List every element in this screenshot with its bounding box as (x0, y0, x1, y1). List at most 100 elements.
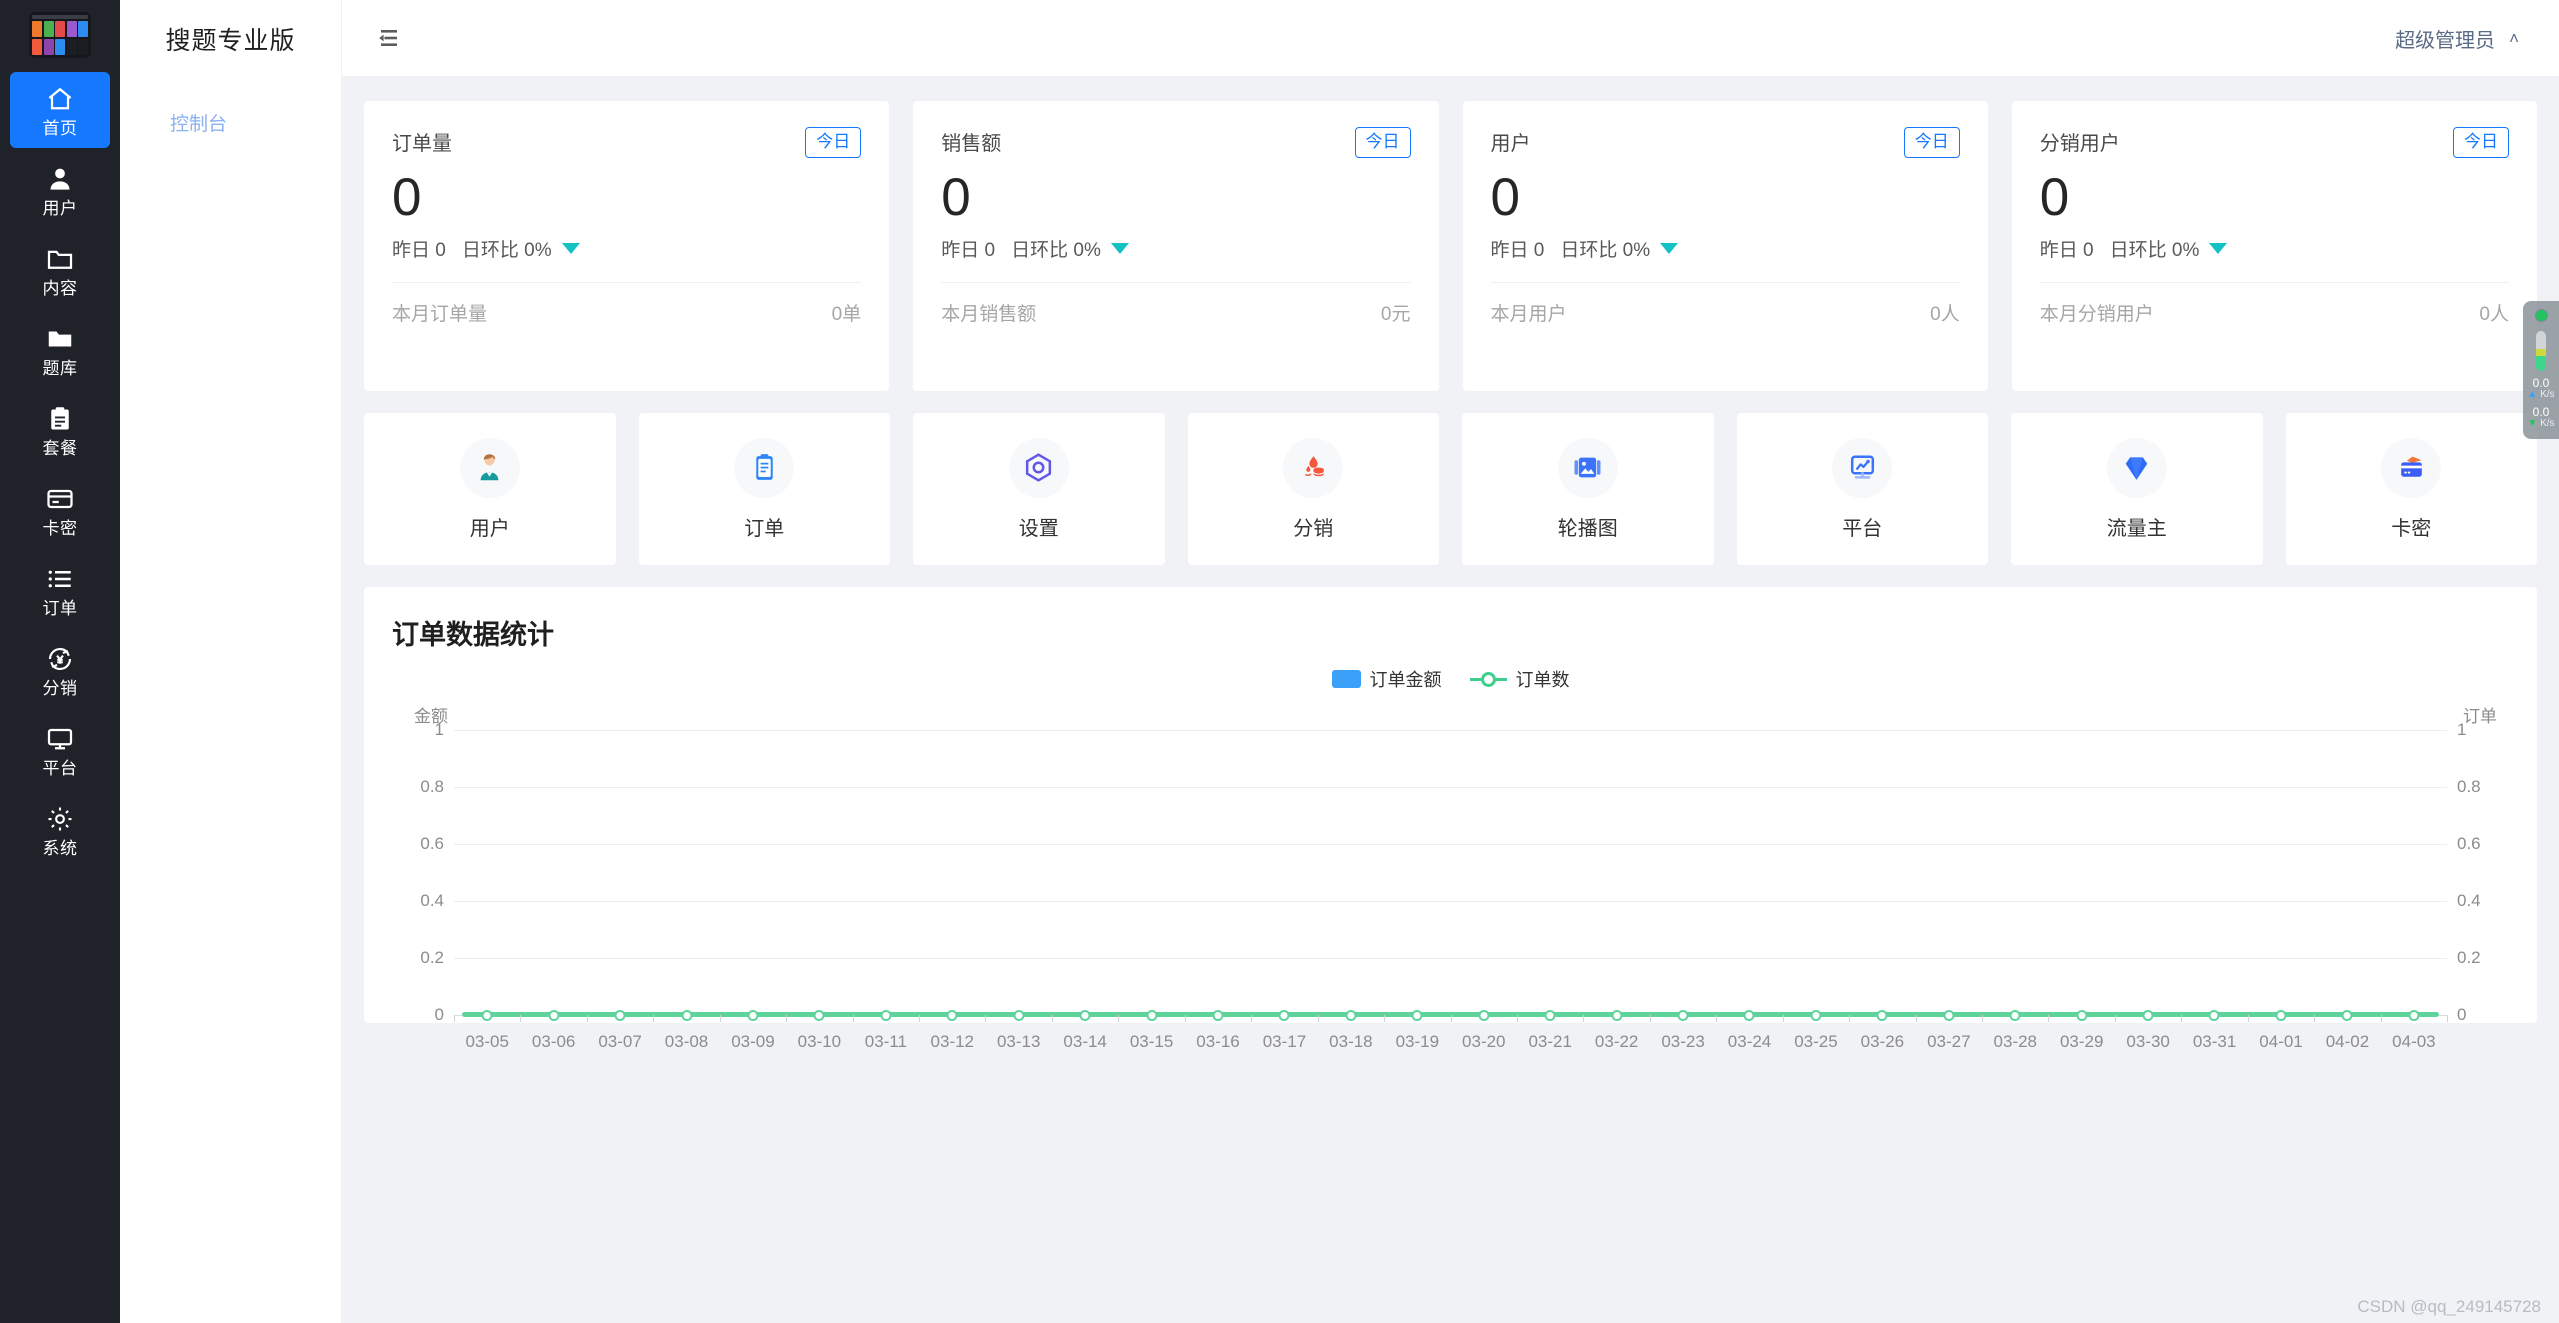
divider (392, 281, 862, 283)
trend-down-icon (561, 242, 580, 254)
user-menu[interactable]: 超级管理员 ˄ (2395, 24, 2519, 53)
x-axis-label: 03-13 (996, 1032, 1041, 1051)
sidebar-item-label: 分销 (42, 678, 78, 698)
sidebar-item-users[interactable]: 用户 (10, 152, 110, 228)
sidebar-item-question-bank[interactable]: 题库 (10, 312, 110, 388)
secondary-nav: 搜题专业版 控制台 (120, 0, 342, 1323)
tile-users[interactable]: 用户 (364, 413, 616, 565)
tile-traffic-owner[interactable]: 流量主 (2011, 413, 2263, 565)
monitor-chart-icon (1832, 437, 1893, 498)
stat-subline: 昨日 0 日环比 0% (392, 235, 861, 262)
x-tick (719, 1015, 721, 1022)
x-axis-label: 03-18 (1329, 1032, 1373, 1051)
y-axis-left-tick: 0.2 (420, 948, 444, 967)
list-icon (48, 570, 71, 587)
x-tick (919, 1015, 921, 1022)
x-axis-label: 03-24 (1727, 1032, 1772, 1051)
legend-bar-swatch (1331, 670, 1361, 688)
y-axis-left-tick: 0.4 (420, 891, 444, 910)
x-tick (586, 1015, 588, 1022)
tile-card-key[interactable]: 卡密 (2285, 413, 2537, 565)
page-content: 订单量 今日 0 昨日 0 日环比 0% 本月订单量 0单 销售额 今日 0 昨… (342, 77, 2559, 1323)
legend-item-order-amount[interactable]: 订单金额 (1331, 666, 1442, 692)
yen-refresh-icon (48, 647, 72, 670)
tile-orders[interactable]: 订单 (638, 413, 890, 565)
today-tag-button[interactable]: 今日 (2453, 127, 2509, 158)
menu-fold-button[interactable] (368, 18, 408, 58)
sidebar-item-label: 首页 (42, 118, 78, 138)
x-axis-label: 03-15 (1129, 1032, 1174, 1051)
x-axis-label: 03-08 (664, 1032, 709, 1051)
sidebar-item-orders[interactable]: 订单 (10, 552, 110, 628)
stat-value: 0 (2039, 167, 2070, 227)
tile-carousel[interactable]: 轮播图 (1462, 413, 1714, 565)
stat-footer: 本月分销用户 0人 (2040, 299, 2509, 326)
y-axis-right-tick: 0.8 (2457, 777, 2481, 796)
x-axis-label: 03-23 (1661, 1032, 1705, 1051)
x-axis-label: 03-26 (1860, 1032, 1905, 1051)
y-axis-left-tick: 0.8 (420, 777, 444, 796)
legend-item-order-count[interactable]: 订单数 (1469, 666, 1570, 692)
sidebar-item-home[interactable]: 首页 (10, 72, 110, 148)
image-carousel-icon (1557, 437, 1618, 498)
sidebar-item-label: 用户 (42, 198, 78, 218)
user-icon (50, 168, 70, 190)
today-tag-button[interactable]: 今日 (1354, 127, 1411, 158)
stat-compare: 日环比 0% (461, 239, 552, 261)
stat-subline: 昨日 0 日环比 0% (1491, 235, 1960, 262)
x-tick (1317, 1015, 1319, 1022)
tile-label: 卡密 (2391, 517, 2432, 540)
upload-stat: 0.0 ▲ K/s (2527, 377, 2554, 400)
sidebar-item-distribution[interactable]: 分销 (10, 632, 110, 708)
menu-fold-icon (379, 30, 397, 46)
tile-label: 设置 (1018, 517, 1059, 540)
stat-value: 0 (392, 167, 422, 227)
x-tick (520, 1015, 522, 1022)
x-tick (1981, 1015, 1983, 1022)
stat-compare-group: 日环比 0% (1560, 235, 1679, 262)
legend-label: 订单金额 (1369, 670, 1442, 690)
y-axis-left-tick: 0 (434, 1005, 444, 1024)
stat-card-header: 分销用户 今日 (2040, 127, 2509, 158)
divider (941, 281, 1411, 283)
divider (2039, 281, 2509, 283)
divider (1490, 281, 1960, 283)
sidebar-item-label: 题库 (42, 358, 78, 378)
sidebar-item-packages[interactable]: 套餐 (10, 392, 110, 468)
quick-action-tiles: 用户 订单 设置 分销 轮播图 平台 流量主 卡密 (364, 413, 2537, 565)
stat-foot-value: 0人 (2479, 303, 2509, 325)
tile-label: 订单 (744, 517, 785, 540)
network-speed-widget[interactable]: 0.0 ▲ K/s 0.0 ▼ K/s (2523, 301, 2559, 439)
stat-subline: 昨日 0 日环比 0% (941, 235, 1410, 262)
tile-distribution[interactable]: 分销 (1187, 413, 1439, 565)
tile-platform[interactable]: 平台 (1736, 413, 1988, 565)
stat-footer: 本月订单量 0单 (392, 299, 861, 326)
y-axis-left-tick: 0.6 (420, 834, 444, 853)
grid-line (454, 901, 2447, 902)
x-axis-label: 03-05 (465, 1032, 509, 1051)
sidebar-item-system[interactable]: 系统 (10, 792, 110, 868)
x-tick (454, 1015, 455, 1022)
status-dot-icon (2534, 309, 2548, 322)
wallet-card-glyph (2400, 456, 2422, 477)
x-axis-label: 03-17 (1262, 1032, 1307, 1051)
x-tick (985, 1015, 987, 1022)
today-tag-button[interactable]: 今日 (1903, 127, 1960, 158)
subnav-item-console[interactable]: 控制台 (120, 99, 341, 146)
y-axis-right-tick: 0.6 (2457, 834, 2481, 853)
x-tick (2048, 1015, 2050, 1022)
diamond-pin-icon (2106, 437, 2167, 498)
coins-drop-glyph (1304, 456, 1325, 478)
sidebar-item-cards[interactable]: 卡密 (10, 472, 110, 548)
stat-title: 销售额 (941, 133, 1002, 155)
chart-plot: 金额 订单 1 1 0.8 0.8 0.6 0.6 0.4 0.4 0.2 0.2 0 0 03-05… (392, 702, 2509, 1051)
y-axis-right-title: 订单 (2463, 707, 2497, 726)
x-axis-label: 03-10 (797, 1032, 842, 1051)
legend-line-swatch (1469, 671, 1507, 687)
today-tag-button[interactable]: 今日 (805, 127, 862, 158)
sidebar-item-platform[interactable]: 平台 (10, 712, 110, 788)
tile-settings[interactable]: 设置 (913, 413, 1165, 565)
x-axis-label: 03-09 (731, 1032, 775, 1051)
chart-title: 订单数据统计 (392, 620, 554, 650)
sidebar-item-content[interactable]: 内容 (10, 232, 110, 308)
